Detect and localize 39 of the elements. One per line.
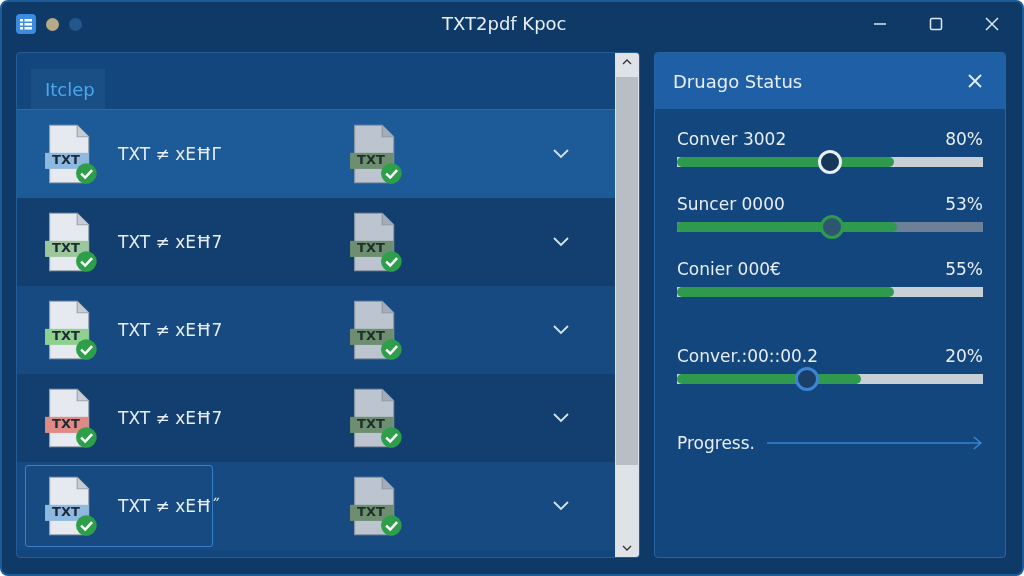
file-name: TXT ≠ xEĦ7 xyxy=(118,408,223,428)
file-name: TXT ≠ xEĦ˝ xyxy=(118,496,221,516)
progress-label: Suncer 0000 xyxy=(677,194,785,214)
file-name: TXT ≠ xEĦ7 xyxy=(118,320,223,340)
file-row[interactable]: TXT TXT ≠ xEĦΓ TXT xyxy=(17,110,615,198)
window-title: TXT2pdf Kpoc xyxy=(442,13,567,34)
maximize-icon[interactable] xyxy=(928,16,944,32)
panel-title: Druago Status xyxy=(673,70,803,92)
progress-reading: 80% xyxy=(945,129,983,149)
file-row[interactable]: TXT TXT ≠ xEĦ7 TXT xyxy=(17,286,615,374)
close-icon[interactable] xyxy=(967,73,983,89)
close-icon[interactable] xyxy=(984,16,1000,32)
scrollbar[interactable] xyxy=(615,53,639,557)
scroll-up-icon[interactable] xyxy=(622,59,632,65)
progress-label: Conver 3002 xyxy=(677,129,787,149)
file-name: TXT ≠ xEĦ7 xyxy=(118,232,223,252)
progress-label: Conier 000€ xyxy=(677,259,781,279)
chevron-down-icon[interactable] xyxy=(553,413,569,423)
chevron-down-icon[interactable] xyxy=(553,149,569,159)
arrow-icon xyxy=(766,436,983,450)
progress-reading: 53% xyxy=(945,194,983,214)
progress-label: Conver.:00::00.2 xyxy=(677,346,819,366)
chevron-down-icon[interactable] xyxy=(553,237,569,247)
chevron-down-icon[interactable] xyxy=(553,325,569,335)
status-dot xyxy=(46,17,59,31)
file-name: TXT ≠ xEĦΓ xyxy=(118,144,221,164)
slider-thumb[interactable] xyxy=(820,215,845,239)
file-row[interactable]: TXT TXT ≠ xEĦ7 TXT xyxy=(17,198,615,286)
slider-thumb[interactable] xyxy=(794,367,819,391)
file-row[interactable]: TXT TXT ≠ xEĦ˝ TXT xyxy=(17,462,615,550)
file-row[interactable]: TXT TXT ≠ xEĦ7 TXT xyxy=(17,374,615,462)
app-icon xyxy=(16,14,36,34)
status-dot xyxy=(69,17,82,31)
progress-link[interactable]: Progress. xyxy=(677,433,755,453)
scrollbar-thumb[interactable] xyxy=(616,77,638,465)
scroll-down-icon[interactable] xyxy=(622,545,632,551)
chevron-down-icon[interactable] xyxy=(553,501,569,511)
progress-reading: 55% xyxy=(945,259,983,279)
progress-reading: 20% xyxy=(945,346,983,366)
